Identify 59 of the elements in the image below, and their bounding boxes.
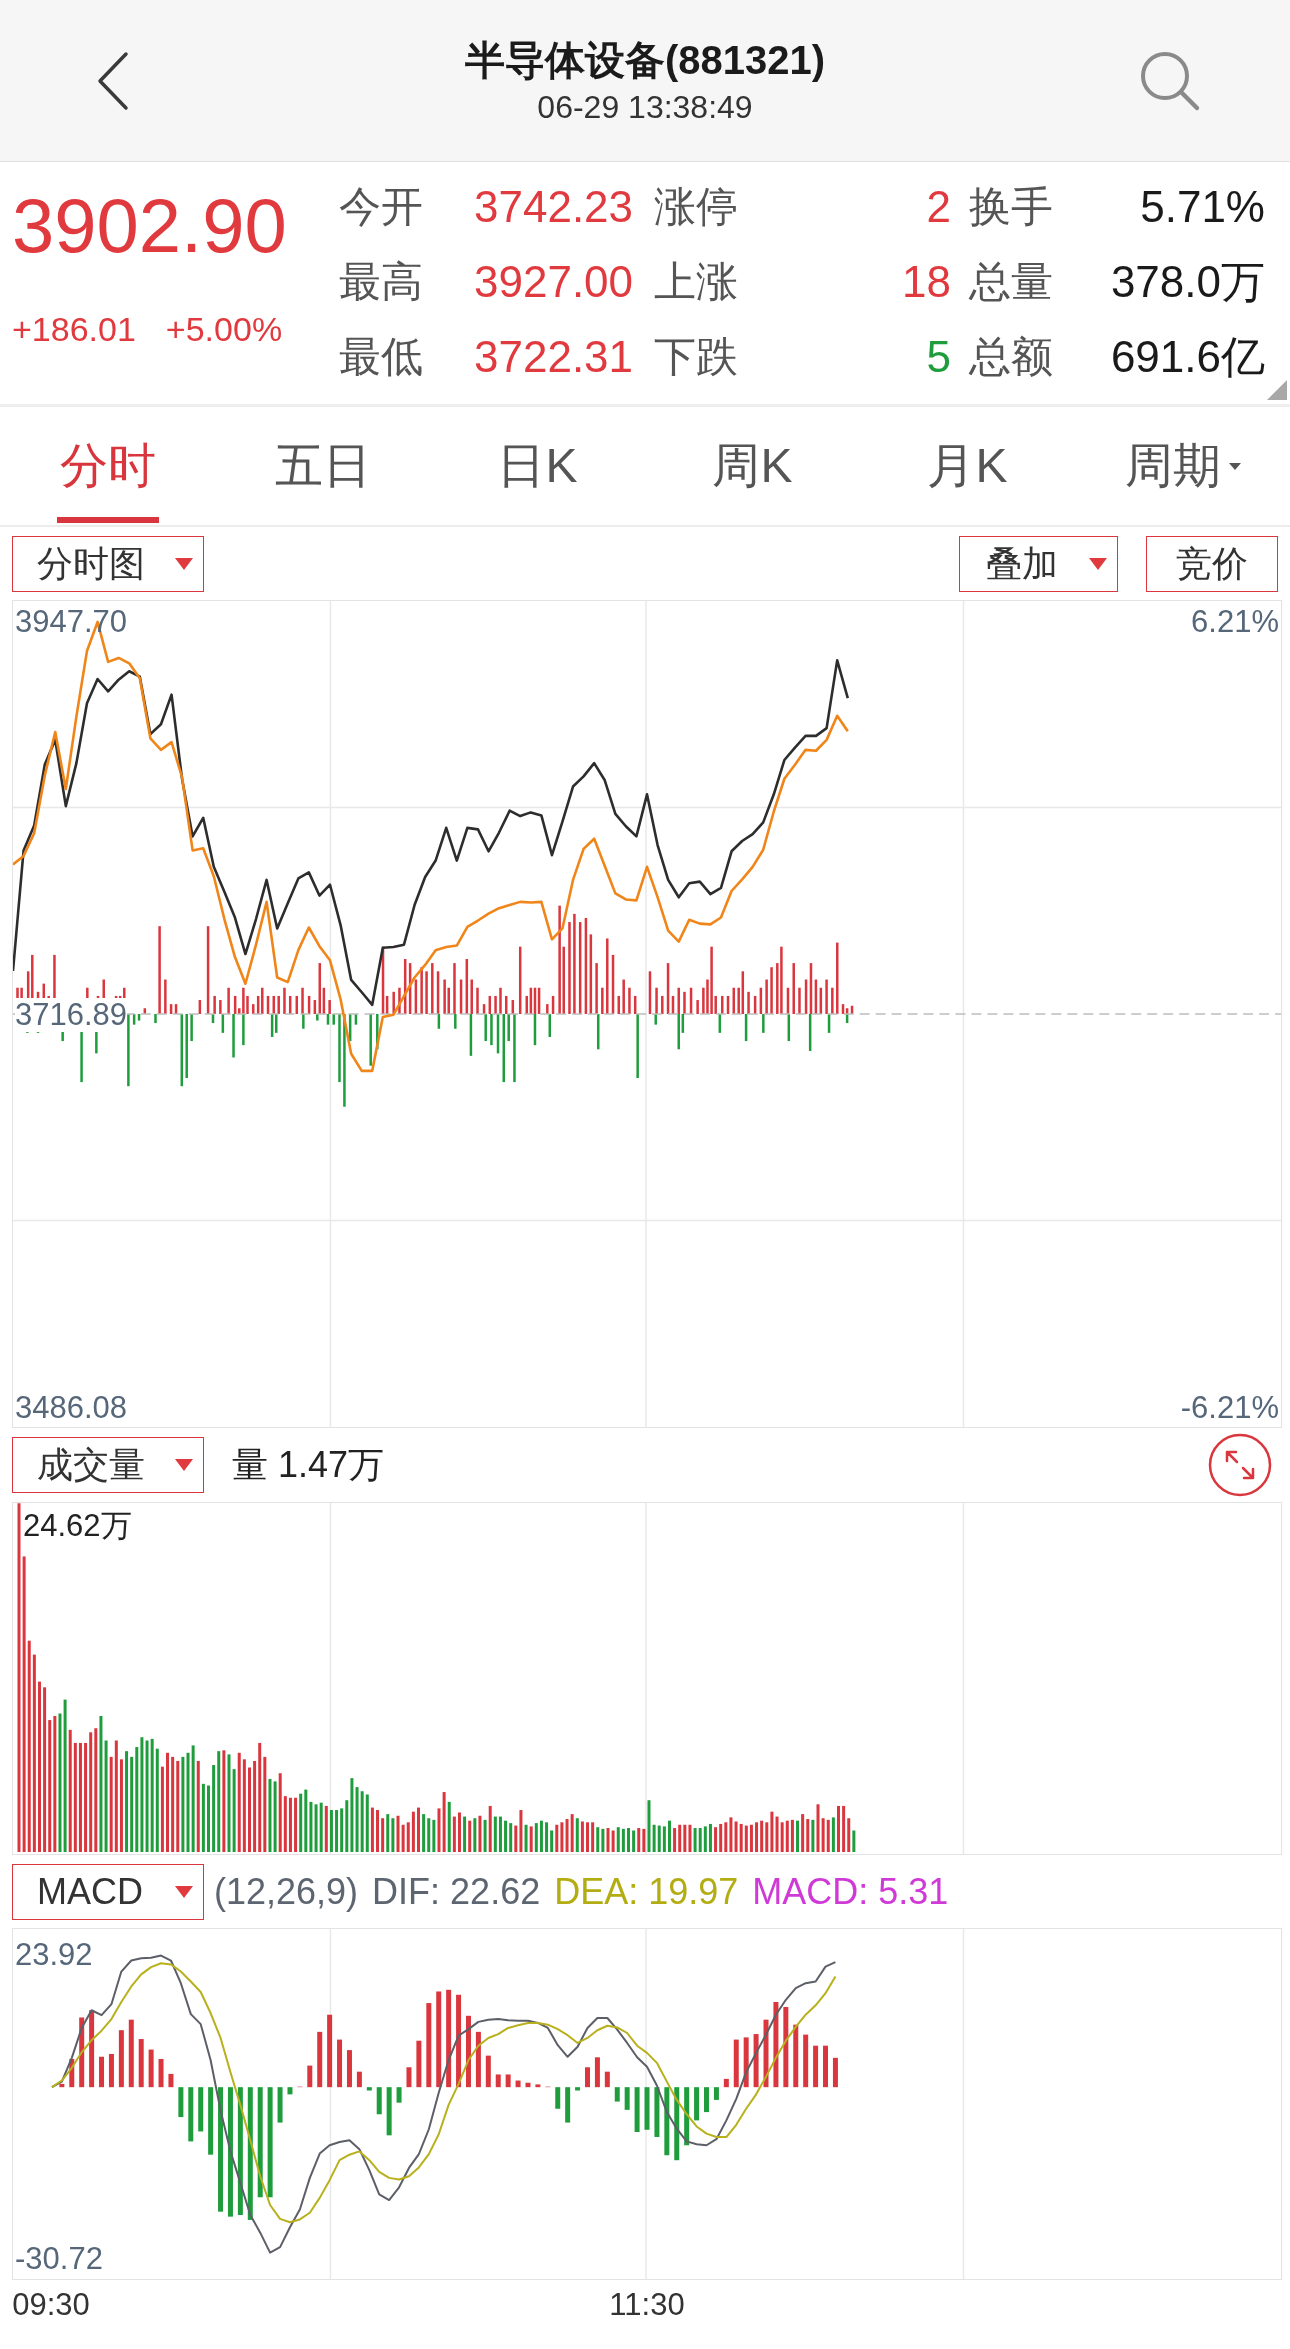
expand-button[interactable] [1208, 1433, 1272, 1497]
dropdown-button[interactable]: MACD [12, 1863, 204, 1920]
stat-label: 最高 [339, 256, 424, 307]
last-price: 3902.90 [12, 182, 288, 270]
caret-icon [175, 1885, 193, 1898]
stat-label: 最低 [339, 331, 424, 382]
total-value: 378.0万 [1109, 255, 1265, 308]
caret-icon [1089, 557, 1107, 570]
breadth-label: 下跌 [654, 331, 739, 382]
expand-icon [1208, 1433, 1272, 1497]
caret-icon [175, 1459, 193, 1471]
macd-reading: MACD: 5.31 [752, 1869, 949, 1914]
total-label: 总额 [968, 331, 1054, 382]
price-axis-label: 3716.89 [15, 998, 128, 1032]
volume-reading: 量 1.47万 [232, 1443, 385, 1487]
auction-button[interactable]: 竞价 [1146, 535, 1278, 592]
breadth-count: 18 [901, 255, 951, 308]
tab[interactable]: 分时 [0, 407, 215, 525]
stat-label: 今开 [339, 181, 424, 232]
percent-axis-label: 6.21% [1191, 605, 1279, 639]
timestamp: 06-29 13:38:49 [537, 87, 753, 126]
caret-icon [1228, 462, 1241, 470]
percent-axis-label: -6.21% [1180, 1391, 1279, 1425]
price-change: +186.01 [12, 309, 136, 349]
breadth-count: 5 [925, 330, 951, 383]
breadth-label: 涨停 [654, 181, 739, 232]
tab[interactable]: 周期 [1075, 407, 1290, 525]
caret-icon [175, 557, 193, 570]
total-label: 总量 [968, 256, 1054, 307]
breadth-count: 2 [925, 180, 951, 233]
page-title: 半导体设备(881321) [464, 36, 826, 84]
price-axis-label: 3486.08 [15, 1391, 128, 1425]
tab[interactable]: 五日 [215, 407, 430, 525]
stat-value: 3722.31 [474, 330, 635, 383]
volume-max-label: 24.62万 [23, 1509, 132, 1543]
tab[interactable]: 日K [430, 407, 645, 525]
total-label: 换手 [968, 181, 1054, 232]
tab[interactable]: 月K [860, 407, 1075, 525]
total-value: 5.71% [1139, 180, 1265, 233]
search-icon [1139, 49, 1201, 112]
macd-axis-label: 23.92 [15, 1938, 93, 1972]
time-axis-label: 11:30 [609, 2288, 685, 2322]
dropdown-button[interactable]: 成交量 [12, 1437, 204, 1493]
stat-value: 3927.00 [474, 255, 635, 308]
time-axis-label: 09:30 [12, 2288, 90, 2322]
total-value: 691.6亿 [1109, 330, 1265, 383]
chevron-left-icon [96, 50, 130, 111]
dif-reading: DIF: 22.62 [372, 1869, 541, 1914]
tab[interactable]: 周K [645, 407, 860, 525]
dropdown-button[interactable]: 叠加 [959, 535, 1118, 592]
dea-reading: DEA: 19.97 [554, 1869, 739, 1914]
dropdown-button[interactable]: 分时图 [12, 535, 204, 592]
corner-triangle-icon [1267, 380, 1287, 400]
percent-change: +5.00% [165, 309, 283, 349]
breadth-label: 上涨 [654, 256, 739, 307]
stat-value: 3742.23 [474, 180, 635, 233]
macd-params: (12,26,9) [214, 1869, 359, 1914]
price-axis-label: 3947.70 [15, 605, 128, 639]
macd-axis-label: -30.72 [15, 2242, 103, 2276]
